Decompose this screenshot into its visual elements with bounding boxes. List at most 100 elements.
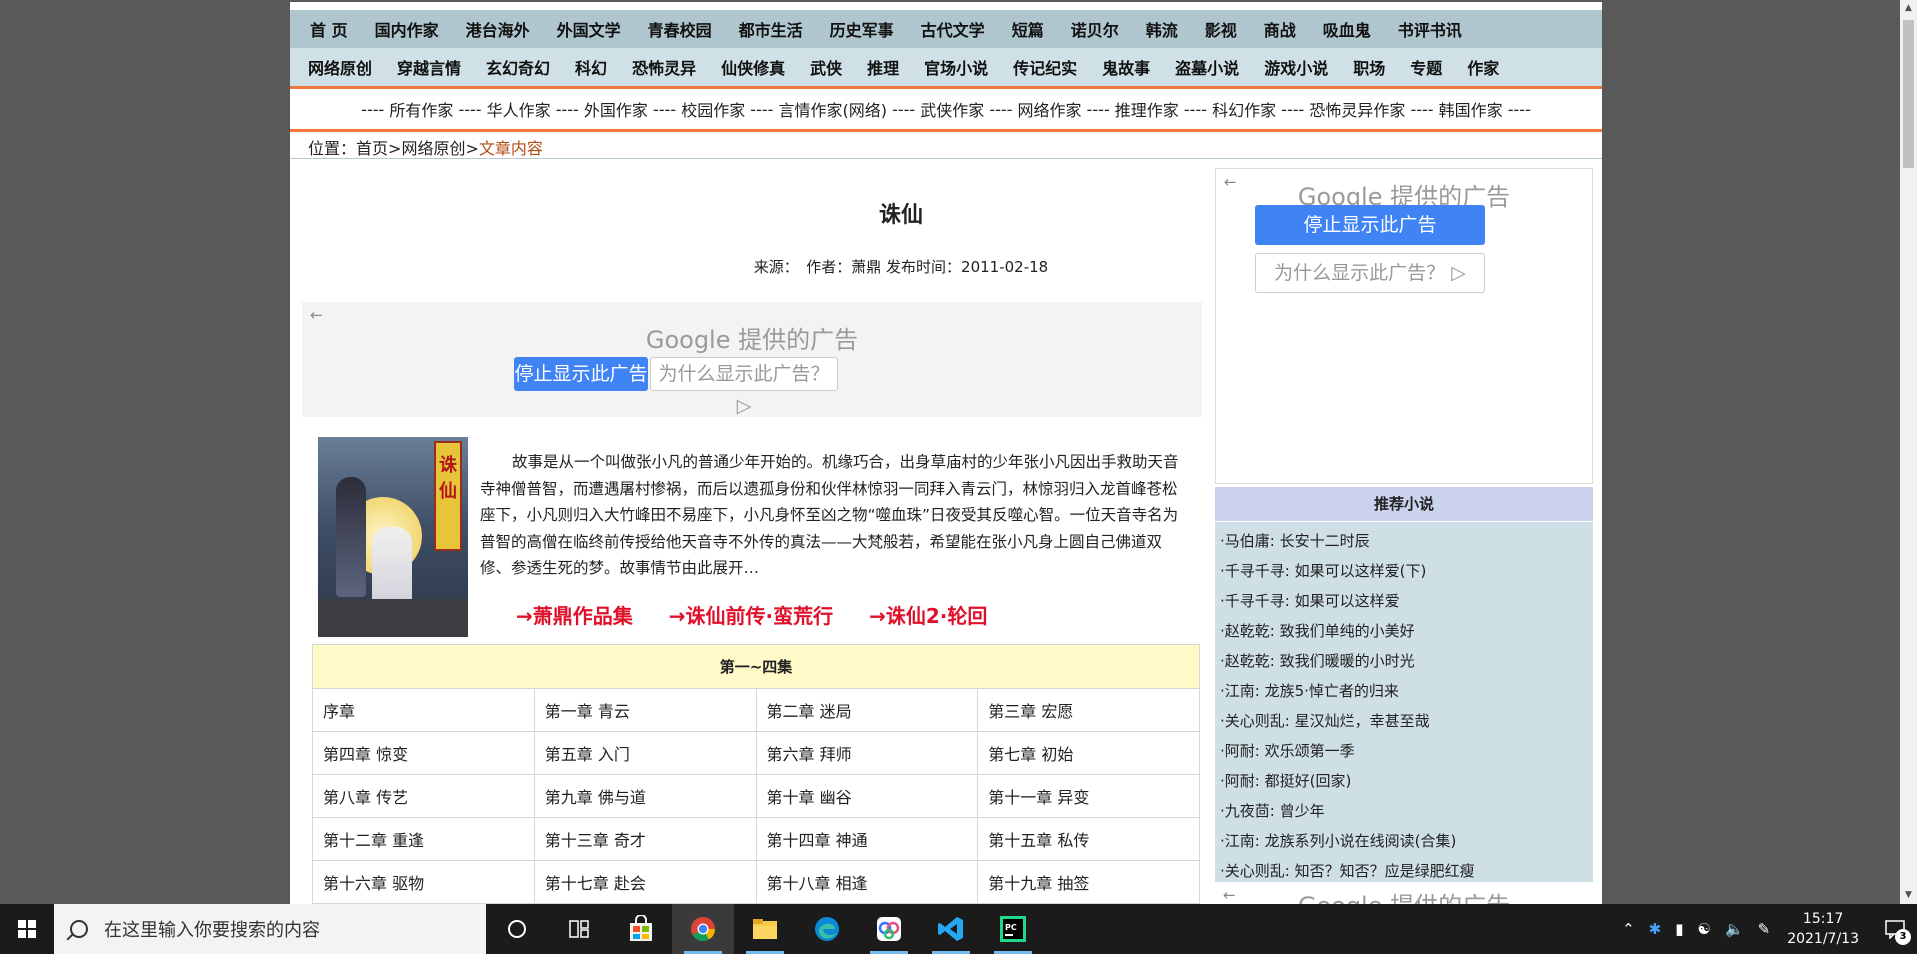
nav-item[interactable]: 作家 bbox=[1467, 55, 1499, 79]
nav-item[interactable]: 外国文学 bbox=[557, 17, 621, 41]
chapter-link[interactable]: 第十章 幽谷 bbox=[755, 774, 979, 818]
scroll-down-icon[interactable]: ▼ bbox=[1900, 887, 1917, 904]
feishu-app[interactable] bbox=[858, 904, 920, 954]
related-book-link[interactable]: →萧鼎作品集 bbox=[516, 600, 633, 629]
list-item[interactable]: ·千寻千寻: 如果可以这样爱 bbox=[1215, 586, 1593, 616]
nav-item[interactable]: 短篇 bbox=[1012, 17, 1044, 41]
cortana-button[interactable] bbox=[486, 904, 548, 954]
writer-category-link[interactable]: 科幻作家 bbox=[1212, 97, 1276, 121]
chapter-link[interactable]: 第九章 佛与道 bbox=[533, 774, 757, 818]
chapter-link[interactable]: 第十四章 神通 bbox=[755, 817, 979, 861]
writer-category-link[interactable]: 华人作家 bbox=[487, 97, 551, 121]
file-explorer-app[interactable] bbox=[734, 904, 796, 954]
list-item[interactable]: ·赵乾乾: 致我们暖暖的小时光 bbox=[1215, 646, 1593, 676]
why-ad-button[interactable]: 为什么显示此广告？ ▷ bbox=[650, 357, 838, 417]
list-item[interactable]: ·九夜茴: 曾少年 bbox=[1215, 796, 1593, 826]
battery-icon[interactable]: ▮ bbox=[1675, 920, 1683, 938]
nav-item[interactable]: 影视 bbox=[1205, 17, 1237, 41]
writer-category-link[interactable]: 所有作家 bbox=[389, 97, 453, 121]
chrome-app[interactable] bbox=[672, 904, 734, 954]
pycharm-app[interactable]: PC bbox=[982, 904, 1044, 954]
store-app[interactable] bbox=[610, 904, 672, 954]
list-item[interactable]: ·江南: 龙族系列小说在线阅读(合集) bbox=[1215, 826, 1593, 856]
nav-item[interactable]: 吸血鬼 bbox=[1323, 17, 1371, 41]
nav-item[interactable]: 诺贝尔 bbox=[1071, 17, 1119, 41]
nav-item[interactable]: 青春校园 bbox=[648, 17, 712, 41]
nav-item[interactable]: 仙侠修真 bbox=[721, 55, 785, 79]
nav-item[interactable]: 穿越言情 bbox=[397, 55, 461, 79]
scrollbar[interactable]: ▲ ▼ bbox=[1900, 0, 1917, 904]
writer-category-link[interactable]: 校园作家 bbox=[681, 97, 745, 121]
chapter-link[interactable]: 序章 bbox=[312, 688, 535, 732]
writer-category-link[interactable]: 言情作家(网络) bbox=[778, 97, 887, 121]
chapter-link[interactable]: 第五章 入门 bbox=[533, 731, 757, 775]
nav-item[interactable]: 推理 bbox=[867, 55, 899, 79]
nav-item[interactable]: 韩流 bbox=[1146, 17, 1178, 41]
stop-ad-button[interactable]: 停止显示此广告 bbox=[1255, 205, 1485, 245]
nav-item[interactable]: 书评书讯 bbox=[1398, 17, 1462, 41]
nav-item[interactable]: 传记纪实 bbox=[1013, 55, 1077, 79]
nav-item[interactable]: 盗墓小说 bbox=[1175, 55, 1239, 79]
breadcrumb-section[interactable]: 网络原创 bbox=[401, 139, 465, 158]
nav-item[interactable]: 科幻 bbox=[575, 55, 607, 79]
pen-icon[interactable]: ✎ bbox=[1758, 920, 1771, 938]
nav-item[interactable]: 官场小说 bbox=[924, 55, 988, 79]
list-item[interactable]: ·千寻千寻: 如果可以这样爱(下) bbox=[1215, 556, 1593, 586]
notification-button[interactable]: 3 bbox=[1873, 904, 1917, 954]
chapter-link[interactable]: 第一章 青云 bbox=[533, 688, 757, 732]
vscode-app[interactable] bbox=[920, 904, 982, 954]
nav-item[interactable]: 恐怖灵异 bbox=[632, 55, 696, 79]
chapter-link[interactable]: 第三章 宏愿 bbox=[977, 688, 1200, 732]
chapter-link[interactable]: 第十六章 驱物 bbox=[312, 860, 535, 904]
related-book-link[interactable]: →诛仙前传·蛮荒行 bbox=[669, 600, 833, 629]
volume-icon[interactable]: 🔈 bbox=[1725, 920, 1744, 938]
why-ad-button[interactable]: 为什么显示此广告？ ▷ bbox=[1255, 253, 1485, 293]
scrollbar-thumb[interactable] bbox=[1903, 20, 1914, 168]
nav-item[interactable]: 职场 bbox=[1353, 55, 1385, 79]
writer-category-link[interactable]: 推理作家 bbox=[1115, 97, 1179, 121]
nav-item[interactable]: 专题 bbox=[1410, 55, 1442, 79]
writer-category-link[interactable]: 外国作家 bbox=[584, 97, 648, 121]
start-button[interactable] bbox=[0, 904, 54, 954]
chapter-link[interactable]: 第十八章 相逢 bbox=[755, 860, 979, 904]
chapter-link[interactable]: 第十三章 奇才 bbox=[533, 817, 757, 861]
nav-item[interactable]: 玄幻奇幻 bbox=[486, 55, 550, 79]
chapter-link[interactable]: 第十七章 赴会 bbox=[533, 860, 757, 904]
related-book-link[interactable]: →诛仙2·轮回 bbox=[869, 600, 987, 629]
nav-item[interactable]: 历史军事 bbox=[830, 17, 894, 41]
nav-item[interactable]: 首 页 bbox=[310, 17, 348, 41]
chapter-link[interactable]: 第十一章 异变 bbox=[977, 774, 1200, 818]
network-icon[interactable]: ☯ bbox=[1697, 920, 1710, 938]
bluetooth-icon[interactable]: ✱ bbox=[1649, 920, 1662, 938]
edge-app[interactable] bbox=[796, 904, 858, 954]
clock[interactable]: 15:17 2021/7/13 bbox=[1787, 909, 1859, 949]
list-item[interactable]: ·江南: 龙族5·悼亡者的归来 bbox=[1215, 676, 1593, 706]
writer-category-link[interactable]: 武侠作家 bbox=[920, 97, 984, 121]
writer-category-link[interactable]: 网络作家 bbox=[1018, 97, 1082, 121]
stop-ad-button[interactable]: 停止显示此广告 bbox=[514, 357, 648, 391]
writer-category-link[interactable]: 韩国作家 bbox=[1439, 97, 1503, 121]
writer-category-link[interactable]: 恐怖灵异作家 bbox=[1309, 97, 1405, 121]
chapter-link[interactable]: 第七章 初始 bbox=[977, 731, 1200, 775]
nav-item[interactable]: 武侠 bbox=[810, 55, 842, 79]
chapter-link[interactable]: 第六章 拜师 bbox=[755, 731, 979, 775]
nav-item[interactable]: 港台海外 bbox=[466, 17, 530, 41]
list-item[interactable]: ·阿耐: 欢乐颂第一季 bbox=[1215, 736, 1593, 766]
scroll-up-icon[interactable]: ▲ bbox=[1900, 0, 1917, 17]
taskbar-search[interactable]: 在这里输入你要搜索的内容 bbox=[54, 904, 486, 954]
list-item[interactable]: ·阿耐: 都挺好(回家) bbox=[1215, 766, 1593, 796]
nav-item[interactable]: 古代文学 bbox=[921, 17, 985, 41]
list-item[interactable]: ·关心则乱: 星汉灿烂，幸甚至哉 bbox=[1215, 706, 1593, 736]
chapter-link[interactable]: 第四章 惊变 bbox=[312, 731, 535, 775]
chapter-link[interactable]: 第十九章 抽签 bbox=[977, 860, 1200, 904]
chevron-up-icon[interactable]: ⌃ bbox=[1622, 920, 1635, 938]
nav-item[interactable]: 网络原创 bbox=[308, 55, 372, 79]
chapter-link[interactable]: 第十二章 重逢 bbox=[312, 817, 535, 861]
nav-item[interactable]: 国内作家 bbox=[375, 17, 439, 41]
list-item[interactable]: ·赵乾乾: 致我们单纯的小美好 bbox=[1215, 616, 1593, 646]
chapter-link[interactable]: 第十五章 私传 bbox=[977, 817, 1200, 861]
nav-item[interactable]: 鬼故事 bbox=[1102, 55, 1150, 79]
breadcrumb-home[interactable]: 首页 bbox=[356, 139, 388, 158]
nav-item[interactable]: 游戏小说 bbox=[1264, 55, 1328, 79]
list-item[interactable]: ·马伯庸: 长安十二时辰 bbox=[1215, 526, 1593, 556]
